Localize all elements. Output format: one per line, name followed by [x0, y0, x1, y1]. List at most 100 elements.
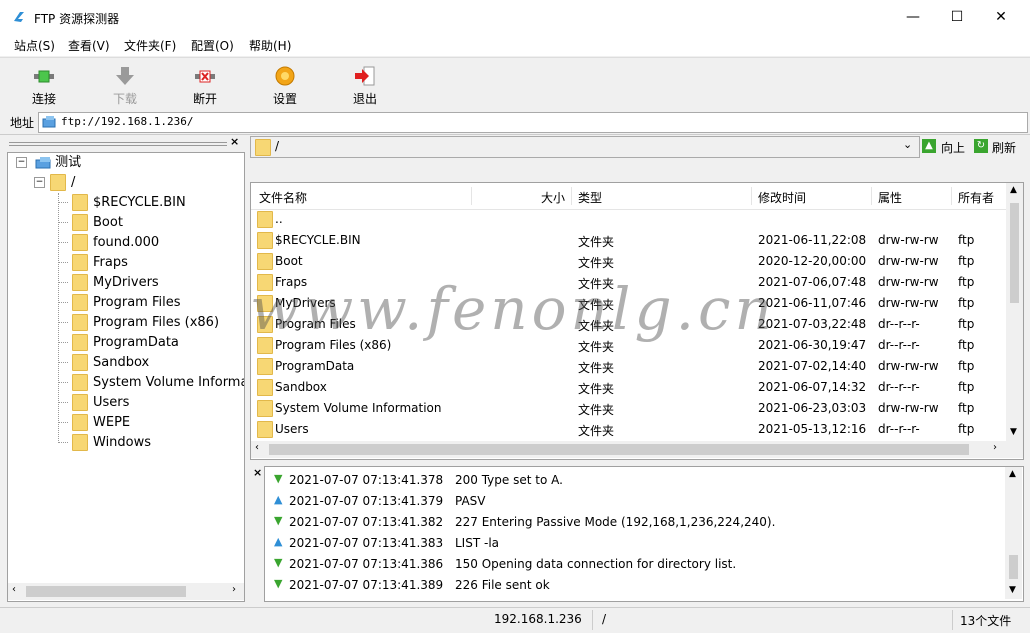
disconnect-icon: [195, 70, 215, 83]
tree-item[interactable]: Users: [58, 393, 244, 413]
file-owner: ftp: [958, 296, 975, 310]
log-message: 226 File sent ok: [455, 578, 550, 592]
exit-button[interactable]: 退出: [335, 62, 395, 108]
refresh-button[interactable]: ↻ 刷新: [974, 138, 1022, 156]
file-mtime: 2021-07-02,14:40: [758, 359, 867, 373]
file-owner: ftp: [958, 338, 975, 352]
tree-item-label: Windows: [93, 435, 152, 450]
log-time: 2021-07-07 07:13:41.382: [289, 515, 444, 529]
connect-button[interactable]: 连接: [14, 62, 74, 108]
tree-root[interactable]: − 测试: [16, 153, 81, 173]
folder-icon: [72, 434, 88, 451]
file-attr: drw-rw-rw: [878, 296, 939, 310]
list-item[interactable]: Boot 文件夹 2020-12-20,00:00 drw-rw-rw ftp: [251, 251, 1007, 272]
file-mtime: 2020-12-20,00:00: [758, 254, 867, 268]
arrow-up-icon: ▲: [274, 535, 283, 548]
log-close-icon[interactable]: ×: [253, 466, 262, 479]
collapse-icon[interactable]: −: [16, 157, 27, 168]
menu-config[interactable]: 配置(O): [191, 37, 234, 54]
path-value: /: [275, 139, 280, 153]
log-message: PASV: [455, 494, 486, 508]
tree-item[interactable]: WEPE: [58, 413, 244, 433]
tree-pane-close-icon[interactable]: ×: [230, 135, 239, 148]
arrow-up-icon: ▲: [274, 493, 283, 506]
tree-item[interactable]: MyDrivers: [58, 273, 244, 293]
path-combobox[interactable]: / ⌄: [250, 136, 920, 158]
address-input[interactable]: ftp://192.168.1.236/: [38, 112, 1028, 133]
list-item[interactable]: Sandbox 文件夹 2021-06-07,14:32 dr--r--r-ftp: [251, 377, 1007, 398]
file-mtime: 2021-06-23,03:03: [758, 401, 867, 415]
tree-item[interactable]: Boot: [58, 213, 244, 233]
tree-item-label: ProgramData: [93, 335, 179, 350]
folder-icon: [72, 254, 88, 271]
log-message: LIST -la: [455, 536, 500, 550]
list-item[interactable]: ProgramData 文件夹 2021-07-02,14:40 drw-rw-rw f…: [251, 356, 1007, 377]
file-owner: ftp: [958, 317, 975, 331]
tree-item[interactable]: Fraps: [58, 253, 244, 273]
file-name: ProgramData: [275, 359, 355, 373]
folder-icon: [257, 211, 273, 228]
folder-icon: [255, 139, 271, 156]
col-attr[interactable]: 属性: [878, 189, 902, 206]
tree-item[interactable]: ProgramData: [58, 333, 244, 353]
chevron-down-icon[interactable]: ⌄: [903, 138, 912, 151]
col-mtime[interactable]: 修改时间: [758, 189, 806, 206]
tree-horizontal-scrollbar[interactable]: ‹ ›: [8, 583, 244, 600]
col-type[interactable]: 类型: [578, 189, 602, 206]
list-item[interactable]: ..: [251, 209, 1007, 230]
close-button[interactable]: ✕: [978, 0, 1024, 34]
file-mtime: 2021-05-13,12:16: [758, 422, 867, 436]
file-attr: drw-rw-rw: [878, 254, 939, 268]
col-owner[interactable]: 所有者: [958, 189, 994, 206]
tree-item[interactable]: Program Files: [58, 293, 244, 313]
folder-icon: [72, 394, 88, 411]
status-count: 13个文件: [960, 614, 1012, 628]
folder-icon: [72, 314, 88, 331]
up-button[interactable]: ▲ 向上: [922, 138, 970, 156]
list-item[interactable]: $RECYCLE.BIN 文件夹 2021-06-11,22:08 drw-rw-rw…: [251, 230, 1007, 251]
list-horizontal-scrollbar[interactable]: ‹ ›: [251, 441, 1023, 458]
menu-site[interactable]: 站点(S): [14, 37, 55, 54]
status-bar: 192.168.1.236 / 13个文件: [0, 607, 1030, 633]
file-attr: dr--r--r-: [878, 380, 920, 394]
menu-folder[interactable]: 文件夹(F): [124, 37, 176, 54]
log-entry: ▼ 2021-07-07 07:13:41.386 150 Opening data…: [265, 554, 1005, 575]
file-owner: ftp: [958, 380, 975, 394]
tree-item[interactable]: Windows: [58, 433, 244, 453]
file-list-header: 文件名称 大小 类型 修改时间 属性 所有者: [251, 183, 1007, 210]
status-path: /: [602, 612, 607, 626]
list-vertical-scrollbar[interactable]: ▲ ▼: [1006, 183, 1023, 441]
arrow-down-icon: ▼: [274, 577, 283, 590]
tree-item[interactable]: $RECYCLE.BIN: [58, 193, 244, 213]
refresh-label: 刷新: [992, 141, 1017, 155]
globe-icon: [42, 116, 56, 128]
menu-help[interactable]: 帮助(H): [249, 37, 291, 54]
tree-item-label: $RECYCLE.BIN: [93, 195, 186, 210]
file-attr: drw-rw-rw: [878, 401, 939, 415]
settings-button[interactable]: 设置: [255, 62, 315, 108]
arrow-down-icon: ▼: [274, 472, 283, 485]
menu-view[interactable]: 查看(V): [68, 37, 110, 54]
tree-connector: [58, 422, 68, 423]
maximize-button[interactable]: ☐: [934, 0, 980, 34]
tree-item[interactable]: System Volume Informatic: [58, 373, 244, 393]
watermark: www.fenonlg.cn: [250, 275, 776, 343]
tree-item[interactable]: Program Files (x86): [58, 313, 244, 333]
log-vertical-scrollbar[interactable]: ▲ ▼: [1005, 467, 1022, 599]
tree-path-node[interactable]: − /: [34, 173, 75, 193]
collapse-icon[interactable]: −: [34, 177, 45, 188]
log-entry: ▼ 2021-07-07 07:13:41.382 227 Entering Pas…: [265, 512, 1005, 533]
file-attr: drw-rw-rw: [878, 233, 939, 247]
col-size[interactable]: 大小: [541, 189, 565, 206]
col-name[interactable]: 文件名称: [259, 189, 307, 206]
download-button[interactable]: 下载: [95, 62, 155, 108]
disconnect-button[interactable]: 断开: [175, 62, 235, 108]
list-item[interactable]: System Volume Information 文件夹 2021-06-23,0…: [251, 398, 1007, 419]
minimize-button[interactable]: —: [890, 0, 936, 34]
tree-connector: [58, 362, 68, 363]
tree-connector: [58, 202, 68, 203]
tree-item[interactable]: Sandbox: [58, 353, 244, 373]
tree-item[interactable]: found.000: [58, 233, 244, 253]
list-item[interactable]: Users 文件夹 2021-05-13,12:16 dr--r--r-ftp: [251, 419, 1007, 440]
address-bar: 地址 ftp://192.168.1.236/: [0, 110, 1030, 135]
